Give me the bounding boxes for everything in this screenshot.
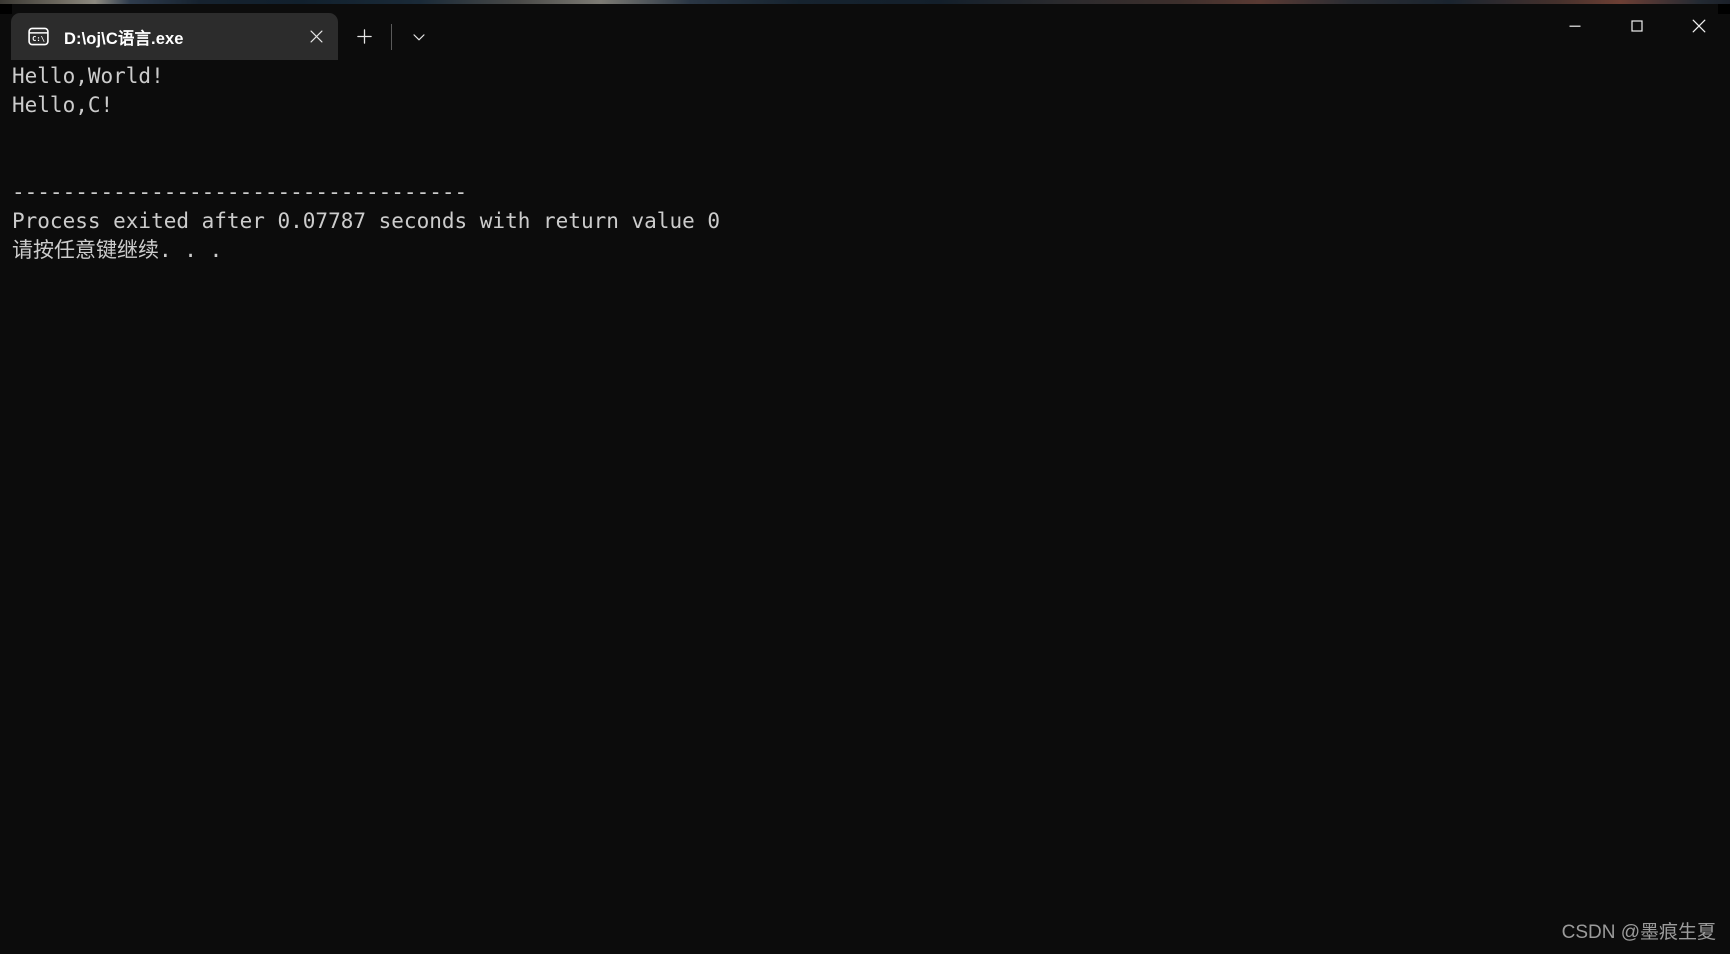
window-caption-buttons xyxy=(1544,3,1730,48)
console-icon: C:\ xyxy=(27,25,50,48)
terminal-window: C:\ D:\oj\C语言.exe Hello,World! Hello,C! … xyxy=(0,0,1730,954)
title-bar[interactable]: C:\ D:\oj\C语言.exe xyxy=(0,3,1730,60)
background-window-strip xyxy=(0,0,1730,4)
tab-strip: C:\ D:\oj\C语言.exe xyxy=(0,3,439,60)
svg-text:C:\: C:\ xyxy=(32,34,45,43)
new-tab-icon[interactable] xyxy=(344,17,384,57)
tab-actions xyxy=(338,13,439,60)
watermark: CSDN @墨痕生夏 xyxy=(1561,922,1716,943)
tab-close-icon[interactable] xyxy=(294,15,338,59)
toolbar-separator xyxy=(391,23,392,50)
maximize-button[interactable] xyxy=(1606,3,1668,48)
tab-title: D:\oj\C语言.exe xyxy=(64,29,184,48)
chevron-down-icon[interactable] xyxy=(399,17,439,57)
terminal-output: Hello,World! Hello,C! ------------------… xyxy=(12,64,721,262)
tab-active[interactable]: C:\ D:\oj\C语言.exe xyxy=(11,13,338,60)
terminal-body[interactable]: Hello,World! Hello,C! ------------------… xyxy=(0,57,1730,954)
minimize-button[interactable] xyxy=(1544,3,1606,48)
